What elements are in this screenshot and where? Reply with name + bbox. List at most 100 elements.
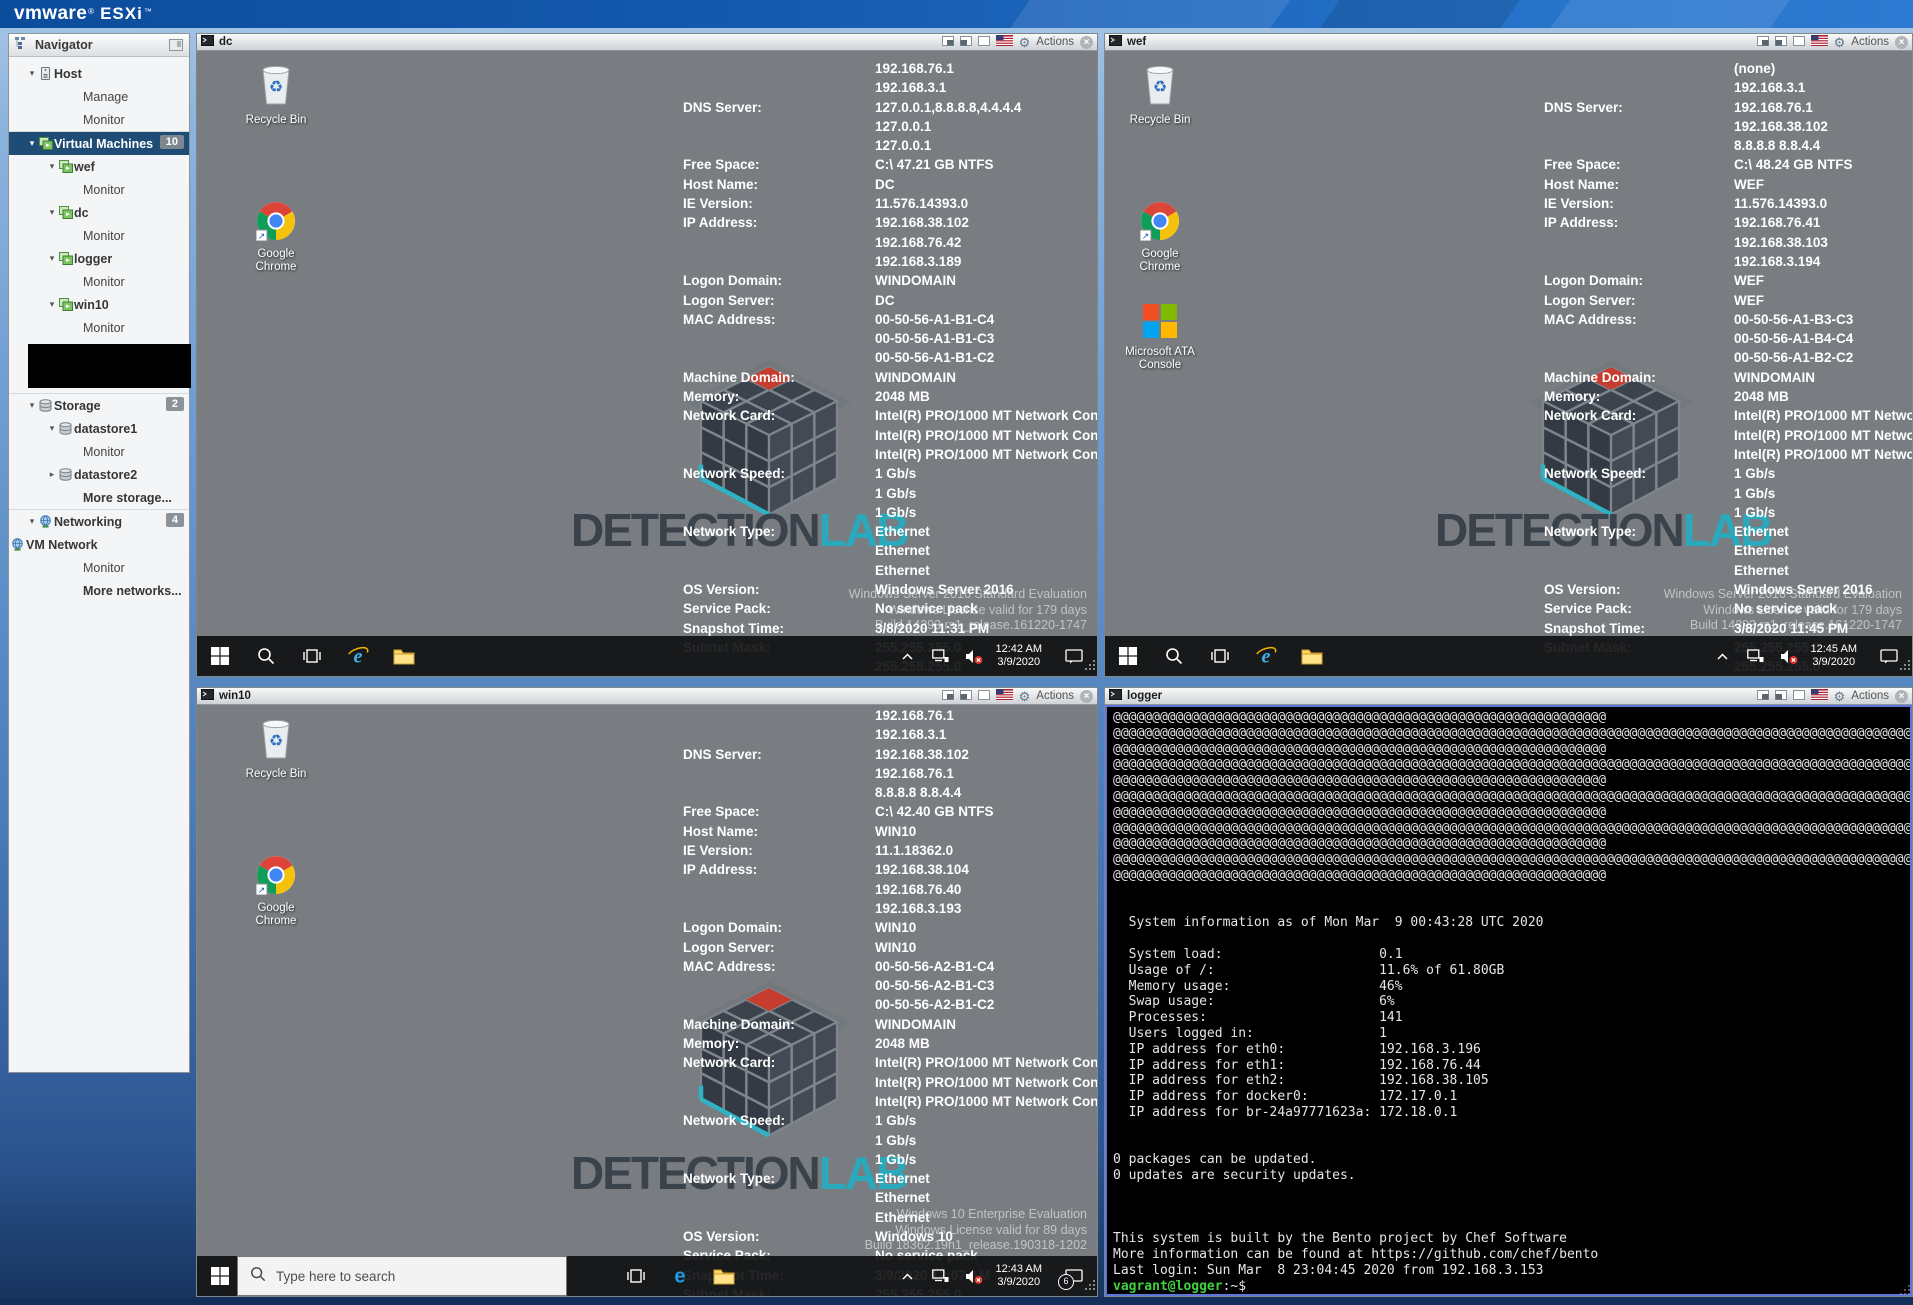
expander-expanded-icon[interactable]: ▾ bbox=[47, 423, 57, 434]
console-maximize-icon[interactable] bbox=[1793, 33, 1805, 51]
sidebar-item-logger[interactable]: ▾logger bbox=[9, 247, 189, 270]
resize-grip-icon[interactable] bbox=[1085, 657, 1096, 675]
action-center-icon[interactable] bbox=[1063, 645, 1085, 667]
console-maximize-icon[interactable] bbox=[978, 33, 990, 51]
internet-explorer-icon[interactable]: e bbox=[1255, 645, 1277, 667]
logger-terminal[interactable]: @@@@@@@@@@@@@@@@@@@@@@@@@@@@@@@@@@@@@@@@… bbox=[1105, 705, 1912, 1296]
vm-taskbar[interactable]: Type here to searche12:43 AM3/9/20206 bbox=[197, 1256, 1097, 1296]
expander-expanded-icon[interactable]: ▾ bbox=[47, 207, 57, 218]
network-tray-icon[interactable] bbox=[1745, 645, 1767, 667]
sidebar-item-more-storage[interactable]: More storage... bbox=[9, 486, 189, 509]
file-explorer-icon[interactable] bbox=[1301, 645, 1323, 667]
sidebar-item-monitor[interactable]: Monitor bbox=[9, 440, 189, 463]
sidebar-item-monitor[interactable]: Monitor bbox=[9, 270, 189, 293]
console-maximize-icon[interactable] bbox=[1793, 687, 1805, 705]
sidebar-item-vm-network[interactable]: VM Network bbox=[9, 533, 189, 556]
console-titlebar[interactable]: logger ⚙Actions× bbox=[1105, 688, 1912, 705]
taskbar-search-input[interactable]: Type here to search bbox=[237, 1256, 567, 1296]
sidebar-item-dc[interactable]: ▾dc bbox=[9, 201, 189, 224]
vm-desktop[interactable]: ♻Recycle Bin↗Google ChromeDETECTIONLAB19… bbox=[197, 51, 1097, 676]
console-minimize-icon[interactable] bbox=[960, 687, 972, 705]
speaker-muted-icon[interactable] bbox=[963, 1265, 985, 1287]
start-button[interactable] bbox=[209, 1265, 231, 1287]
resize-grip-icon[interactable] bbox=[1900, 1284, 1911, 1295]
console-restore-icon[interactable] bbox=[1757, 687, 1769, 705]
console-restore-icon[interactable] bbox=[1757, 33, 1769, 51]
keyboard-layout-us-flag-icon[interactable] bbox=[996, 33, 1013, 51]
console-titlebar[interactable]: dc ⚙Actions× bbox=[197, 34, 1097, 51]
sidebar-item-monitor[interactable]: Monitor bbox=[9, 224, 189, 247]
sidebar-item-storage[interactable]: ▾Storage2 bbox=[9, 393, 189, 417]
sidebar-item-monitor[interactable]: Monitor bbox=[9, 108, 189, 131]
sidebar-item-networking[interactable]: ▾Networking4 bbox=[9, 509, 189, 533]
expander-expanded-icon[interactable]: ▾ bbox=[47, 299, 57, 310]
close-console-icon[interactable]: × bbox=[1895, 690, 1908, 703]
taskbar-clock[interactable]: 12:43 AM3/9/2020 bbox=[996, 1263, 1042, 1289]
sidebar-item-more-networks[interactable]: More networks... bbox=[9, 579, 189, 602]
vm-desktop[interactable]: ♻Recycle Bin↗Google ChromeDETECTIONLAB19… bbox=[197, 705, 1097, 1296]
console-minimize-icon[interactable] bbox=[1775, 33, 1787, 51]
actions-gear-icon[interactable]: ⚙ bbox=[1834, 36, 1846, 49]
expander-collapsed-icon[interactable]: ▸ bbox=[47, 469, 57, 480]
network-tray-icon[interactable] bbox=[930, 1265, 952, 1287]
internet-explorer-icon[interactable]: e bbox=[347, 645, 369, 667]
resize-grip-icon[interactable] bbox=[1085, 1277, 1096, 1295]
vm-console-window-wef[interactable]: wef ⚙Actions× ♻Recycle Bin↗Google Chrome… bbox=[1104, 33, 1913, 677]
taskbar-clock[interactable]: 12:42 AM3/9/2020 bbox=[996, 643, 1042, 669]
expander-expanded-icon[interactable]: ▾ bbox=[27, 138, 37, 149]
speaker-muted-icon[interactable] bbox=[963, 645, 985, 667]
show-hidden-icons-chevron-icon[interactable] bbox=[1712, 645, 1734, 667]
pin-panel-icon[interactable] bbox=[169, 39, 183, 51]
keyboard-layout-us-flag-icon[interactable] bbox=[1811, 687, 1828, 705]
sidebar-item-manage[interactable]: Manage bbox=[9, 85, 189, 108]
expander-expanded-icon[interactable]: ▾ bbox=[27, 400, 37, 411]
actions-gear-icon[interactable]: ⚙ bbox=[1834, 690, 1846, 703]
task-view-icon[interactable] bbox=[1209, 645, 1231, 667]
console-titlebar[interactable]: wef ⚙Actions× bbox=[1105, 34, 1912, 51]
keyboard-layout-us-flag-icon[interactable] bbox=[1811, 33, 1828, 51]
task-view-icon[interactable] bbox=[301, 645, 323, 667]
console-minimize-icon[interactable] bbox=[1775, 687, 1787, 705]
vm-console-window-dc[interactable]: dc ⚙Actions× ♻Recycle Bin↗Google ChromeD… bbox=[196, 33, 1098, 677]
sidebar-item-monitor[interactable]: Monitor bbox=[9, 556, 189, 579]
vm-taskbar[interactable]: e 12:42 AM3/9/2020 bbox=[197, 636, 1097, 676]
action-center-icon[interactable] bbox=[1878, 645, 1900, 667]
sidebar-item-monitor[interactable]: Monitor bbox=[9, 316, 189, 339]
network-tray-icon[interactable] bbox=[930, 645, 952, 667]
console-minimize-icon[interactable] bbox=[960, 33, 972, 51]
actions-gear-icon[interactable]: ⚙ bbox=[1019, 690, 1031, 703]
console-titlebar[interactable]: win10 ⚙Actions× bbox=[197, 688, 1097, 705]
task-view-icon[interactable] bbox=[625, 1265, 647, 1287]
vm-taskbar[interactable]: e12:45 AM3/9/2020 bbox=[1105, 636, 1912, 676]
close-console-icon[interactable]: × bbox=[1080, 690, 1093, 703]
file-explorer-icon[interactable] bbox=[713, 1265, 735, 1287]
actions-menu[interactable]: Actions bbox=[1036, 36, 1074, 48]
resize-grip-icon[interactable] bbox=[1900, 657, 1911, 675]
expander-expanded-icon[interactable]: ▾ bbox=[47, 161, 57, 172]
vm-console-window-logger[interactable]: logger ⚙Actions× @@@@@@@@@@@@@@@@@@@@@@@… bbox=[1104, 687, 1913, 1297]
actions-gear-icon[interactable]: ⚙ bbox=[1019, 36, 1031, 49]
speaker-muted-icon[interactable] bbox=[1778, 645, 1800, 667]
console-restore-icon[interactable] bbox=[942, 687, 954, 705]
actions-menu[interactable]: Actions bbox=[1851, 690, 1889, 702]
console-restore-icon[interactable] bbox=[942, 33, 954, 51]
sidebar-item-monitor[interactable]: Monitor bbox=[9, 178, 189, 201]
show-hidden-icons-chevron-icon[interactable] bbox=[897, 1265, 919, 1287]
actions-menu[interactable]: Actions bbox=[1851, 36, 1889, 48]
sidebar-item-datastore2[interactable]: ▸datastore2 bbox=[9, 463, 189, 486]
start-button[interactable] bbox=[209, 645, 231, 667]
expander-expanded-icon[interactable]: ▾ bbox=[47, 253, 57, 264]
sidebar-item-virtual-machines[interactable]: ▾Virtual Machines10 bbox=[9, 131, 189, 155]
terminal-prompt[interactable]: vagrant@logger:~$ bbox=[1113, 1279, 1910, 1295]
edge-browser-icon[interactable]: e bbox=[669, 1265, 691, 1287]
expander-expanded-icon[interactable]: ▾ bbox=[27, 68, 37, 79]
sidebar-item-win10[interactable]: ▾win10 bbox=[9, 293, 189, 316]
search-icon[interactable] bbox=[1163, 645, 1185, 667]
keyboard-layout-us-flag-icon[interactable] bbox=[996, 687, 1013, 705]
sidebar-item-datastore1[interactable]: ▾datastore1 bbox=[9, 417, 189, 440]
start-button[interactable] bbox=[1117, 645, 1139, 667]
console-maximize-icon[interactable] bbox=[978, 687, 990, 705]
close-console-icon[interactable]: × bbox=[1080, 36, 1093, 49]
actions-menu[interactable]: Actions bbox=[1036, 690, 1074, 702]
sidebar-item-host[interactable]: ▾Host bbox=[9, 62, 189, 85]
